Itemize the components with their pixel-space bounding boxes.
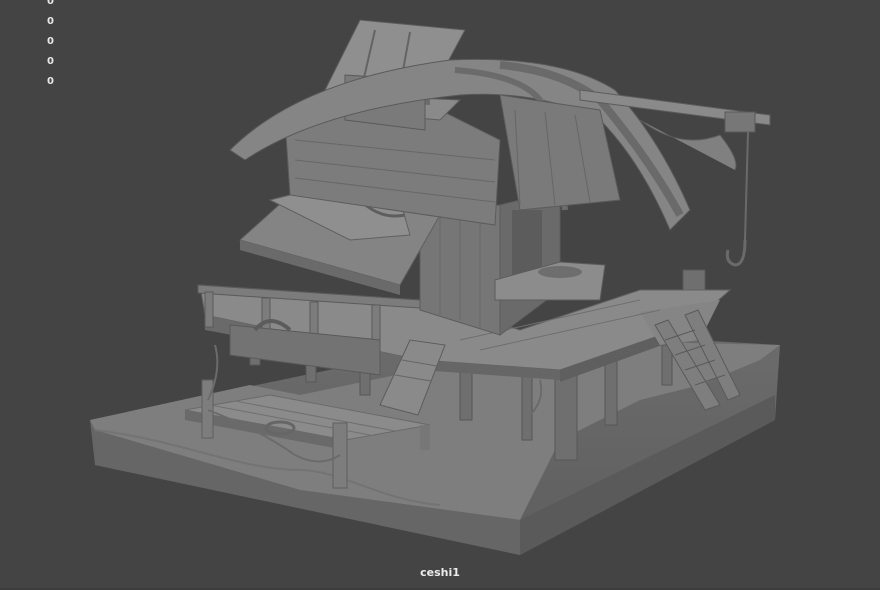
camera-label: ceshi1 bbox=[420, 566, 460, 579]
hud-value: 0 bbox=[47, 36, 54, 47]
hud-value: 0 bbox=[47, 16, 54, 27]
house-model[interactable] bbox=[0, 0, 880, 590]
3d-viewport[interactable]: 0 0 0 0 0 ceshi1 bbox=[0, 0, 880, 590]
hud-readout: 0 0 0 0 0 bbox=[47, 0, 54, 92]
hud-value: 0 bbox=[47, 56, 54, 67]
hud-value: 0 bbox=[47, 76, 54, 87]
hud-value: 0 bbox=[47, 0, 54, 7]
